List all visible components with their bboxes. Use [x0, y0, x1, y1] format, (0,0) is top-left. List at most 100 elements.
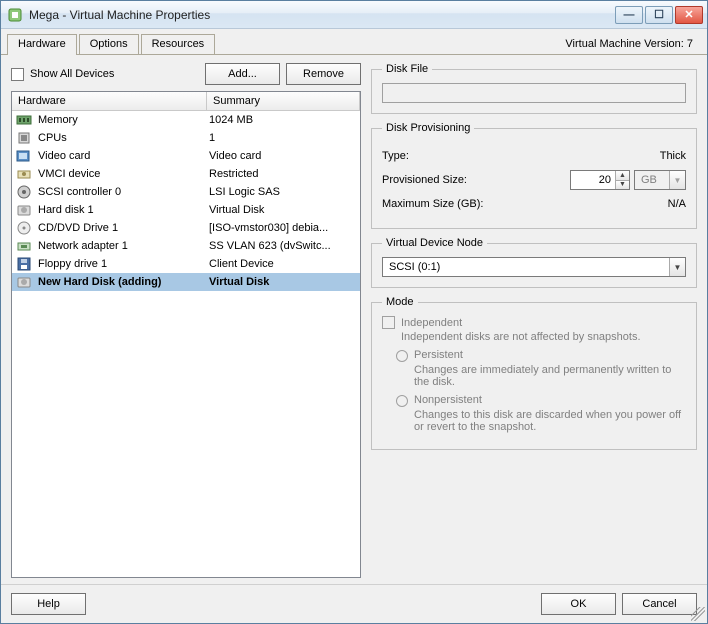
table-row[interactable]: SCSI controller 0 LSI Logic SAS: [12, 183, 360, 201]
tab-strip: Hardware Options Resources Virtual Machi…: [1, 29, 707, 55]
window-title: Mega - Virtual Machine Properties: [29, 8, 613, 22]
tab-resources[interactable]: Resources: [141, 34, 216, 54]
listview-body: Memory 1024 MB CPUs 1 Video card Video card VM…: [12, 111, 360, 577]
mode-group: Mode Independent Independent disks are n…: [371, 296, 697, 450]
scsi-icon: [16, 184, 32, 200]
vmci-icon: [16, 166, 32, 182]
listview-header: Hardware Summary: [12, 92, 360, 111]
table-row[interactable]: VMCI device Restricted: [12, 165, 360, 183]
device-name: CPUs: [38, 132, 67, 144]
maximize-button[interactable]: ☐: [645, 6, 673, 24]
table-row[interactable]: Video card Video card: [12, 147, 360, 165]
table-row[interactable]: Hard disk 1 Virtual Disk: [12, 201, 360, 219]
device-name: Network adapter 1: [38, 240, 128, 252]
footer: Help OK Cancel: [1, 584, 707, 623]
device-summary: Virtual Disk: [207, 204, 360, 216]
independent-desc: Independent disks are not affected by sn…: [401, 331, 686, 343]
vm-version-label: Virtual Machine Version: 7: [557, 34, 701, 54]
add-button[interactable]: Add...: [205, 63, 280, 85]
device-summary: 1: [207, 132, 360, 144]
device-name: VMCI device: [38, 168, 100, 180]
radio-dot-icon: [396, 350, 408, 362]
device-name: SCSI controller 0: [38, 186, 121, 198]
provisioned-size-unit: GB: [635, 174, 669, 186]
independent-checkbox: Independent: [382, 316, 686, 329]
help-button[interactable]: Help: [11, 593, 86, 615]
table-row[interactable]: New Hard Disk (adding) Virtual Disk: [12, 273, 360, 291]
video-icon: [16, 148, 32, 164]
nonpersistent-desc: Changes to this disk are discarded when …: [414, 409, 686, 433]
tab-hardware[interactable]: Hardware: [7, 34, 77, 55]
virtual-device-node-combo[interactable]: SCSI (0:1) ▼: [382, 257, 686, 277]
chevron-down-icon[interactable]: ▼: [669, 258, 685, 276]
maximum-size-value: N/A: [668, 198, 686, 210]
resize-grip-icon[interactable]: [691, 607, 705, 621]
virtual-device-node-value: SCSI (0:1): [383, 261, 669, 273]
minimize-button[interactable]: —: [615, 6, 643, 24]
hdd-icon: [16, 274, 32, 290]
hardware-listview[interactable]: Hardware Summary Memory 1024 MB CPUs 1 Video…: [11, 91, 361, 578]
nonpersistent-radio: Nonpersistent: [396, 394, 686, 407]
device-name: Video card: [38, 150, 90, 162]
device-summary: Virtual Disk: [207, 276, 360, 288]
checkbox-box-icon: [11, 68, 24, 81]
provisioned-size-input[interactable]: [571, 171, 615, 189]
memory-icon: [16, 112, 32, 128]
app-icon: [7, 7, 23, 23]
titlebar: Mega - Virtual Machine Properties — ☐ ✕: [1, 1, 707, 29]
device-summary: Restricted: [207, 168, 360, 180]
device-summary: Client Device: [207, 258, 360, 270]
device-summary: 1024 MB: [207, 114, 360, 126]
persistent-desc: Changes are immediately and permanently …: [414, 364, 686, 388]
table-row[interactable]: Floppy drive 1 Client Device: [12, 255, 360, 273]
show-all-devices-checkbox[interactable]: Show All Devices: [11, 68, 114, 81]
table-row[interactable]: CPUs 1: [12, 129, 360, 147]
provisioned-size-label: Provisioned Size:: [382, 174, 570, 186]
device-summary: SS VLAN 623 (dvSwitc...: [207, 240, 360, 252]
cancel-button[interactable]: Cancel: [622, 593, 697, 615]
maximum-size-label: Maximum Size (GB):: [382, 198, 668, 210]
device-summary: LSI Logic SAS: [207, 186, 360, 198]
column-hardware[interactable]: Hardware: [12, 92, 207, 110]
chevron-down-icon: ▼: [669, 171, 685, 189]
type-label: Type:: [382, 150, 660, 162]
device-summary: Video card: [207, 150, 360, 162]
disk-file-legend: Disk File: [382, 63, 432, 75]
tab-options[interactable]: Options: [79, 34, 139, 54]
device-name: Floppy drive 1: [38, 258, 107, 270]
table-row[interactable]: Network adapter 1 SS VLAN 623 (dvSwitc...: [12, 237, 360, 255]
checkbox-box-icon: [382, 316, 395, 329]
remove-button[interactable]: Remove: [286, 63, 361, 85]
disk-provisioning-group: Disk Provisioning Type: Thick Provisione…: [371, 122, 697, 229]
close-button[interactable]: ✕: [675, 6, 703, 24]
hdd-icon: [16, 202, 32, 218]
disk-file-field: [382, 83, 686, 103]
persistent-label: Persistent: [414, 349, 463, 361]
independent-label: Independent: [401, 317, 462, 329]
disk-file-group: Disk File: [371, 63, 697, 114]
device-name: CD/DVD Drive 1: [38, 222, 118, 234]
virtual-device-node-legend: Virtual Device Node: [382, 237, 487, 249]
virtual-device-node-group: Virtual Device Node SCSI (0:1) ▼: [371, 237, 697, 288]
nonpersistent-label: Nonpersistent: [414, 394, 482, 406]
provisioned-size-unit-combo: GB ▼: [634, 170, 686, 190]
cpu-icon: [16, 130, 32, 146]
provisioned-size-stepper[interactable]: ▲▼: [570, 170, 630, 190]
window-frame: Mega - Virtual Machine Properties — ☐ ✕ …: [0, 0, 708, 624]
left-column: Show All Devices Add... Remove Hardware …: [11, 63, 361, 578]
nic-icon: [16, 238, 32, 254]
table-row[interactable]: Memory 1024 MB: [12, 111, 360, 129]
table-row[interactable]: CD/DVD Drive 1[ISO-vmstor030] debia...: [12, 219, 360, 237]
radio-dot-icon: [396, 395, 408, 407]
content-area: Show All Devices Add... Remove Hardware …: [1, 55, 707, 584]
stepper-arrows[interactable]: ▲▼: [615, 171, 629, 189]
device-name: Hard disk 1: [38, 204, 94, 216]
persistent-radio: Persistent: [396, 349, 686, 362]
device-name: New Hard Disk (adding): [38, 276, 161, 288]
right-column: Disk File Disk Provisioning Type: Thick …: [371, 63, 697, 578]
cd-icon: [16, 220, 32, 236]
device-name: Memory: [38, 114, 78, 126]
ok-button[interactable]: OK: [541, 593, 616, 615]
column-summary[interactable]: Summary: [207, 92, 360, 110]
disk-provisioning-legend: Disk Provisioning: [382, 122, 474, 134]
